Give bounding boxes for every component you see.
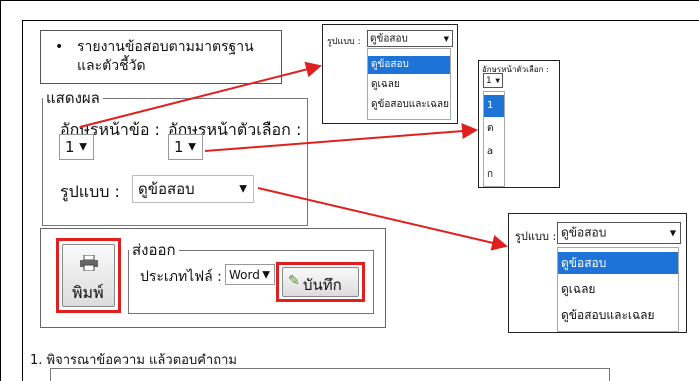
arrow-to-format-large-popup xyxy=(257,187,508,251)
arrow-to-format-popup xyxy=(79,61,322,128)
callout-arrows xyxy=(79,61,508,251)
arrow-to-choice-prefix-popup xyxy=(204,123,478,152)
